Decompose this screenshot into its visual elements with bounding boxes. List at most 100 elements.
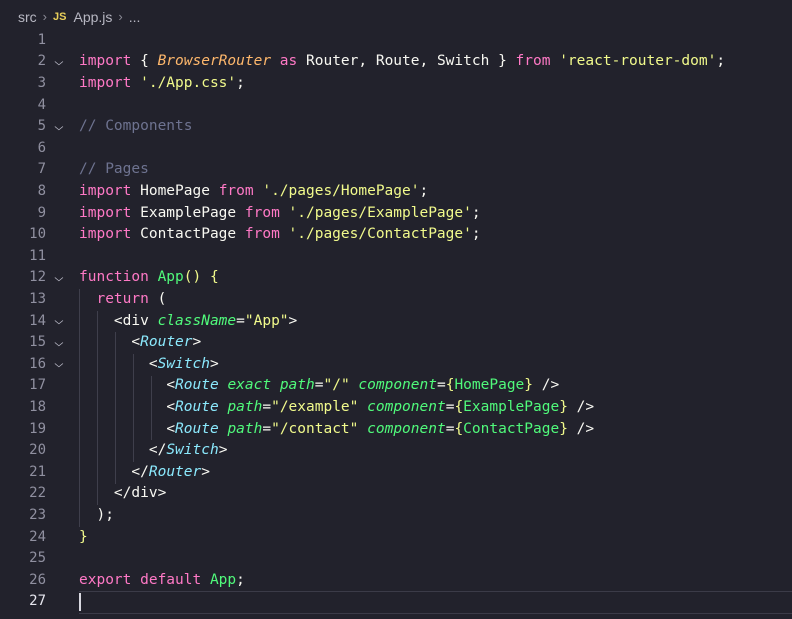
code-editor[interactable]: 1 2 ⌵ import { BrowserRouter as Router, Rou…: [0, 32, 792, 619]
code-token: import: [79, 226, 141, 243]
code-line[interactable]: 13 return (: [0, 288, 792, 310]
code-token: Switch: [166, 442, 219, 459]
code-token: ExamplePage: [140, 204, 245, 221]
line-number: 11: [29, 247, 46, 264]
code-token: path: [227, 398, 263, 415]
code-token: ContactPage: [140, 226, 245, 243]
code-line[interactable]: 15 ⌵ <Router>: [0, 331, 792, 353]
code-line[interactable]: 9 import ExamplePage from './pages/Exampl…: [0, 202, 792, 224]
code-token: Router: [140, 334, 193, 351]
code-line[interactable]: 4: [0, 94, 792, 116]
indent-guide: [97, 310, 98, 506]
code-token: as: [271, 53, 306, 70]
line-number: 17: [29, 377, 46, 394]
fold-chevron-icon[interactable]: ⌵: [54, 356, 74, 371]
line-number: 18: [29, 398, 46, 415]
code-token: }: [559, 420, 568, 437]
code-token: }: [524, 377, 534, 394]
code-token: <: [113, 312, 123, 329]
code-text: </div>: [79, 485, 166, 501]
breadcrumb-file[interactable]: JS App.js: [53, 9, 112, 25]
fold-chevron-icon[interactable]: ⌵: [54, 270, 74, 285]
line-number: 26: [29, 571, 46, 588]
code-token: >: [218, 442, 228, 459]
code-line[interactable]: 8 import HomePage from './pages/HomePage'…: [0, 180, 792, 202]
code-text: // Pages: [79, 161, 149, 177]
code-token: './pages/HomePage': [262, 182, 420, 199]
line-number: 10: [29, 226, 46, 243]
code-text: import './App.css';: [79, 75, 245, 91]
code-line[interactable]: 6: [0, 137, 792, 159]
code-line[interactable]: 11: [0, 245, 792, 267]
indent-guide: [151, 375, 152, 441]
code-token: {: [454, 420, 464, 437]
line-number: 21: [29, 463, 46, 480]
code-token: ;: [236, 74, 245, 91]
code-line[interactable]: 1: [0, 29, 792, 51]
code-line[interactable]: 19 <Route path="/contact" component={Con…: [0, 418, 792, 440]
code-line[interactable]: 12 ⌵ function App() {: [0, 267, 792, 289]
code-token: () {: [183, 269, 219, 286]
code-token: path: [227, 420, 263, 437]
code-token: }: [79, 528, 88, 545]
code-token: "/": [323, 377, 359, 394]
code-token: ContactPage: [463, 420, 560, 437]
line-number: 5: [37, 118, 46, 135]
code-token: import: [79, 182, 141, 199]
code-token: </: [131, 463, 149, 480]
code-line[interactable]: 23 );: [0, 504, 792, 526]
code-token: ;: [471, 226, 481, 243]
code-line[interactable]: 7 // Pages: [0, 159, 792, 181]
code-line[interactable]: 24}: [0, 526, 792, 548]
code-token: ;: [419, 182, 429, 199]
code-token: return: [96, 290, 158, 307]
code-token: }: [498, 53, 516, 70]
fold-chevron-icon[interactable]: ⌵: [54, 54, 74, 69]
chevron-right-icon: ›: [118, 9, 123, 24]
code-token: './pages/ExamplePage': [288, 204, 472, 221]
code-line[interactable]: 16 ⌵ <Switch>: [0, 353, 792, 375]
code-token: "/contact": [271, 420, 368, 437]
code-text: );: [79, 507, 113, 523]
code-line[interactable]: 17 <Route exact path="/" component={Home…: [0, 375, 792, 397]
fold-chevron-icon[interactable]: ⌵: [54, 335, 74, 350]
line-number: 23: [29, 506, 46, 523]
breadcrumb-file-label: App.js: [73, 8, 113, 25]
code-text: <div className="App">: [79, 313, 297, 329]
breadcrumb-folder[interactable]: src: [18, 9, 37, 25]
fold-chevron-icon[interactable]: ⌵: [54, 119, 74, 134]
code-line[interactable]: 18 <Route path="/example" component={Exa…: [0, 396, 792, 418]
code-token: <: [166, 420, 176, 437]
code-line[interactable]: 14 ⌵ <div className="App">: [0, 310, 792, 332]
fold-chevron-icon[interactable]: ⌵: [54, 313, 74, 328]
code-line[interactable]: 26 export default App;: [0, 569, 792, 591]
breadcrumb-more[interactable]: ...: [129, 9, 141, 25]
line-number: 22: [29, 485, 46, 502]
code-line[interactable]: 3 import './App.css';: [0, 72, 792, 94]
code-token: >: [288, 312, 298, 329]
code-token: div: [122, 312, 158, 329]
code-line[interactable]: 25: [0, 547, 792, 569]
code-token: Switch: [157, 355, 210, 372]
code-line[interactable]: 27: [0, 591, 792, 613]
code-line[interactable]: 22 </div>: [0, 483, 792, 505]
code-line[interactable]: 21 </Router>: [0, 461, 792, 483]
code-token: =: [236, 312, 245, 329]
code-token: component: [367, 420, 446, 437]
code-token: // Components: [79, 118, 193, 135]
code-token: <: [148, 355, 158, 372]
breadcrumb-more-label: ...: [128, 8, 141, 25]
line-number: 27: [29, 593, 46, 610]
code-token: App: [157, 269, 184, 286]
code-token: {: [454, 398, 464, 415]
code-token: import: [79, 74, 141, 91]
code-token: ;: [471, 204, 481, 221]
code-token: Route: [175, 420, 228, 437]
code-line[interactable]: 2 ⌵ import { BrowserRouter as Router, Rout…: [0, 51, 792, 73]
code-token: ;: [716, 53, 726, 70]
code-line[interactable]: 20 </Switch>: [0, 439, 792, 461]
code-line[interactable]: 5 ⌵ // Components: [0, 115, 792, 137]
code-line[interactable]: 10 import ContactPage from './pages/Conta…: [0, 223, 792, 245]
